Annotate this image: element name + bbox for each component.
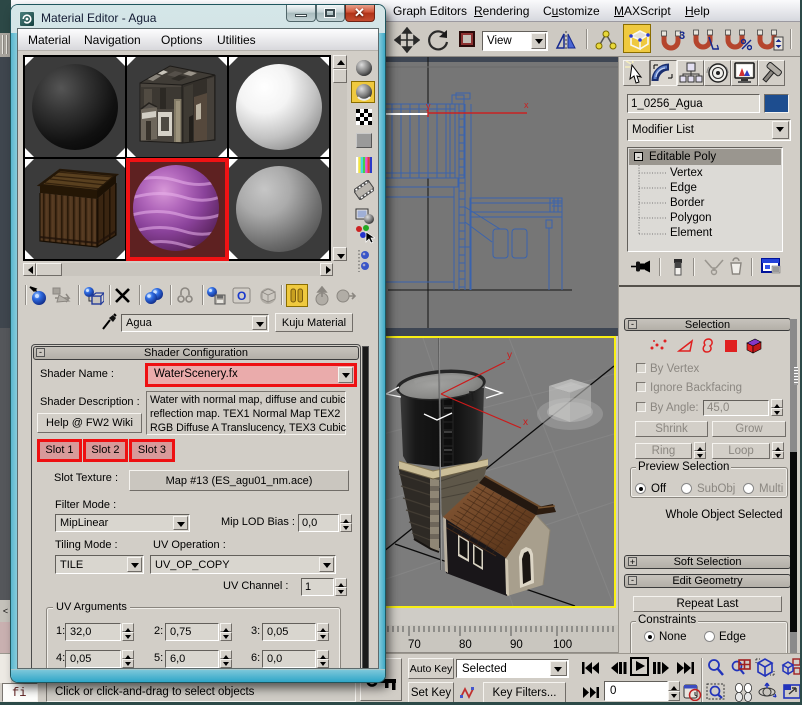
svg-text:90: 90 — [510, 639, 523, 651]
svg-text:y: y — [426, 101, 431, 111]
svg-text:x: x — [524, 100, 529, 110]
svg-text:70: 70 — [408, 639, 421, 651]
svg-text:100: 100 — [553, 639, 572, 651]
svg-text:O: O — [237, 289, 246, 303]
svg-text:y: y — [507, 350, 512, 361]
svg-text:3: 3 — [679, 30, 685, 42]
svg-text:80: 80 — [459, 639, 472, 651]
svg-text:x: x — [523, 417, 528, 428]
